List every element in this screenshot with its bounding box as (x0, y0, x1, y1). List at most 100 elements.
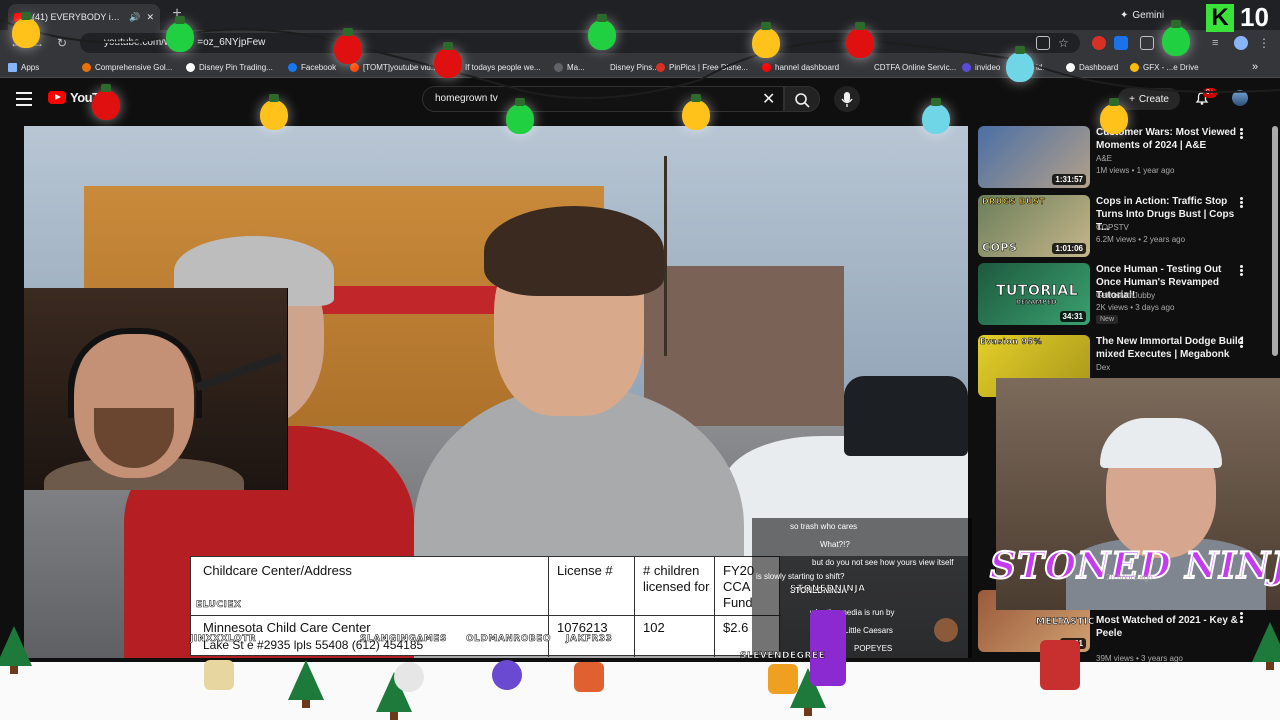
bookmark-item[interactable]: id... (1036, 60, 1049, 74)
christmas-bulb-icon (922, 98, 950, 134)
chat-avatar-sprite (810, 610, 846, 686)
search-input[interactable]: homegrown tv (422, 86, 784, 112)
pinpics-icon (656, 62, 665, 72)
bookmark-item[interactable]: hannel dashboard (762, 60, 839, 74)
extension-red-icon[interactable] (1092, 36, 1106, 50)
video-title[interactable]: The New Immortal Dodge Build mixed Execu… (1096, 335, 1248, 361)
extensions-puzzle-icon[interactable] (1140, 36, 1154, 50)
tab-audio-icon[interactable]: 🔊 (129, 12, 140, 23)
bookmark-item[interactable]: Apps (8, 60, 39, 74)
notification-badge: 9+ (1203, 88, 1217, 98)
gemini-star-icon: ✦ (1120, 9, 1129, 21)
bookmark-item[interactable]: Disney Pin Trading... (186, 60, 273, 74)
bookmark-item[interactable]: If todays people we... (452, 60, 541, 74)
chat-message: Little Caesars (844, 626, 893, 635)
christmas-bulb-icon (334, 28, 362, 64)
christmas-bulb-icon (12, 12, 40, 48)
christmas-bulb-icon (506, 98, 534, 134)
video-title[interactable]: Most Watched of 2021 - Key & Peele (1096, 614, 1248, 640)
recommendation-item[interactable]: DRUGS BUST COPS 1:01:06 Cops in Action: … (978, 195, 1274, 259)
bookmark-item[interactable]: Ma... (554, 60, 585, 74)
more-options-icon[interactable] (1240, 197, 1244, 209)
bookmark-item[interactable]: Facebook (288, 60, 336, 74)
recommendation-item[interactable]: TUTORIAL REVAMPED 34:31 Once Human - Tes… (978, 263, 1274, 327)
bookmarks-overflow-icon[interactable]: » (1252, 60, 1258, 74)
christmas-bulb-icon (92, 84, 120, 120)
bookmark-item[interactable]: Comprehensive Gol... (82, 60, 172, 74)
christmas-tree-icon (0, 626, 32, 674)
tab-close-icon[interactable]: ✕ (146, 12, 154, 23)
channel-name[interactable]: GameWithJubby (1096, 291, 1155, 300)
channel-name[interactable]: Dex (1096, 363, 1110, 372)
channel-name[interactable]: COPSTV (1096, 223, 1129, 232)
overlay-username: JAKFR33 (566, 634, 613, 645)
video-thumbnail[interactable]: DRUGS BUST COPS 1:01:06 (978, 195, 1090, 257)
table-cell: 102 (643, 620, 665, 635)
clear-search-icon[interactable]: ✕ (762, 89, 775, 109)
voice-search-button[interactable] (834, 86, 860, 112)
reload-icon[interactable]: ↻ (54, 35, 70, 51)
profile-icon[interactable] (1234, 36, 1248, 50)
overlay-username: ELUCIEX (196, 600, 242, 611)
streamer-webcam (24, 288, 288, 490)
hamburger-menu-icon[interactable] (16, 92, 32, 106)
bookmark-item[interactable]: invideo (962, 60, 1000, 74)
menu-icon[interactable]: ≡ (1212, 36, 1226, 50)
overlay-username: SLANGINGAMES (360, 634, 447, 645)
chat-message: is slowly starting to shift? (756, 572, 845, 581)
reddit-icon (350, 62, 359, 72)
bookmark-item[interactable]: Dashboard (1066, 60, 1118, 74)
plus-icon: + (1129, 93, 1135, 105)
sidebar-scrollbar[interactable] (1272, 126, 1278, 356)
tab-title: (41) EVERYBODY is talking (32, 12, 123, 22)
christmas-bulb-icon (166, 16, 194, 52)
address-bar[interactable]: youtube.com/w =oz_6NYjpFew (80, 33, 1080, 53)
chat-message: POPEYES (854, 644, 893, 653)
more-options-icon[interactable] (1240, 128, 1244, 140)
create-button[interactable]: + Create (1118, 88, 1180, 110)
duration-badge: 1:31:57 (1052, 174, 1086, 185)
video-thumbnail[interactable]: 1:31:57 (978, 126, 1090, 188)
christmas-bulb-icon (1162, 20, 1190, 56)
browser-tab-bar: (41) EVERYBODY is talking 🔊 ✕ + ✦ Gemini (0, 0, 1280, 30)
bookmarks-bar: Apps Comprehensive Gol... Disney Pin Tra… (0, 56, 1280, 78)
overlay-username: OLDMANROBEO (466, 634, 552, 645)
extension-blue-icon[interactable] (1114, 36, 1128, 50)
video-scene-car (844, 376, 968, 456)
table-cell: $2.6 (723, 620, 749, 635)
chat-avatar-sprite (768, 664, 798, 694)
video-thumbnail[interactable]: TUTORIAL REVAMPED 34:31 (978, 263, 1090, 325)
chat-avatar-sprite (1040, 640, 1080, 690)
install-app-icon[interactable] (1036, 36, 1050, 50)
more-options-icon[interactable] (1240, 265, 1244, 277)
youtube-play-icon (48, 91, 66, 104)
bookmark-item[interactable]: [TOMT]youtube vid... (350, 60, 438, 74)
table-header: Childcare Center/Address (203, 563, 352, 578)
channel-name[interactable]: A&E (1096, 154, 1112, 163)
bookmark-item[interactable]: CDTFA Online Servic... (874, 60, 956, 74)
more-options-icon[interactable] (1240, 337, 1244, 349)
account-avatar[interactable] (1232, 90, 1248, 106)
bookmark-item[interactable]: Disney Pins... (610, 60, 659, 74)
bookmark-favicon-icon (82, 62, 91, 72)
microphone-icon (841, 92, 853, 107)
christmas-bulb-icon (588, 14, 616, 50)
thumbnail-text: Evasion 95% (980, 337, 1043, 347)
snowy-ground-overlay (0, 662, 1280, 720)
bookmark-item[interactable]: GFX - ...e Drive (1130, 60, 1199, 74)
recommendation-item[interactable]: 1:31:57 Customer Wars: Most Viewed Momen… (978, 126, 1274, 190)
more-options-icon[interactable] (1240, 612, 1244, 624)
video-meta: 1M views • 1 year ago (1096, 166, 1175, 175)
apps-grid-icon (8, 62, 17, 72)
chat-avatar-sprite (394, 662, 424, 692)
more-vert-icon[interactable]: ⋮ (1258, 36, 1272, 50)
url-text: youtube.com/w (104, 37, 172, 48)
search-button[interactable] (784, 86, 820, 112)
chat-message: but do you not see how yours view itself (812, 558, 954, 567)
new-badge: New (1096, 315, 1119, 324)
gemini-button[interactable]: ✦ Gemini (1120, 6, 1164, 24)
bookmark-star-icon[interactable]: ☆ (1058, 36, 1072, 50)
video-meta: 2K views • 3 days ago (1096, 303, 1175, 312)
bookmark-item[interactable]: PinPics | Free Disne... (656, 60, 748, 74)
create-label: Create (1138, 93, 1169, 105)
